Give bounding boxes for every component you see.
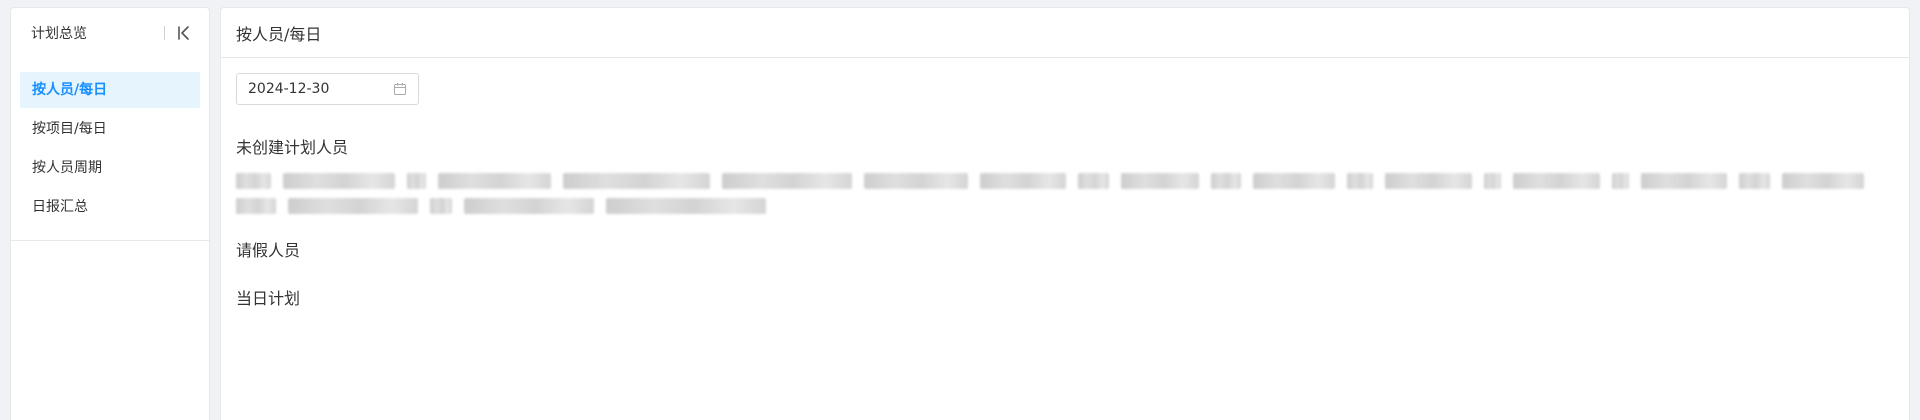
redacted-name	[1210, 173, 1241, 189]
date-picker[interactable]: 2024-12-30	[236, 73, 419, 105]
redacted-name	[1347, 173, 1374, 189]
redacted-name	[464, 198, 594, 214]
redacted-name	[236, 198, 276, 214]
sidebar-item-label: 按项目/每日	[32, 121, 107, 137]
divider	[164, 26, 165, 40]
date-value: 2024-12-30	[248, 81, 330, 97]
sidebar-item-label: 日报汇总	[32, 199, 88, 215]
main-panel: 按人员/每日 2024-12-30 未创建计划人员 请假人员 当日计划	[220, 7, 1910, 420]
page-title: 按人员/每日	[221, 8, 1909, 58]
sidebar-item-by-project-daily[interactable]: 按项目/每日	[20, 111, 200, 147]
sidebar-header: 计划总览	[11, 8, 209, 58]
redacted-person-list	[236, 172, 1876, 215]
sidebar-item-daily-report-summary[interactable]: 日报汇总	[20, 189, 200, 225]
calendar-icon	[393, 82, 407, 96]
sidebar-title: 计划总览	[31, 26, 87, 42]
sidebar-item-by-person-period[interactable]: 按人员周期	[20, 150, 200, 186]
sidebar-item-label: 按人员周期	[32, 160, 102, 176]
redacted-name	[236, 173, 271, 189]
redacted-name	[863, 173, 968, 189]
redacted-name	[288, 198, 418, 214]
redacted-name	[430, 198, 452, 214]
redacted-name	[438, 173, 551, 189]
sidebar-item-label: 按人员/每日	[32, 82, 108, 98]
redacted-name	[562, 173, 710, 189]
main-body: 2024-12-30 未创建计划人员 请假人员 当日计划	[221, 58, 1909, 309]
collapse-control	[164, 24, 193, 42]
redacted-name	[721, 173, 852, 189]
app-root: 计划总览 按人员/每日 按项目/每日 按人员周期 日报汇总 按人员/每日 202…	[0, 0, 1920, 420]
collapse-button[interactable]	[175, 24, 193, 42]
redacted-name	[1385, 173, 1472, 189]
section-title-today: 当日计划	[236, 289, 301, 308]
section-title-uncreated: 未创建计划人员	[236, 138, 349, 157]
redacted-name	[1739, 173, 1770, 189]
redacted-name	[1611, 173, 1629, 189]
redacted-row	[236, 172, 1876, 190]
redacted-name	[1781, 173, 1864, 189]
redacted-name	[407, 173, 427, 189]
redacted-name	[1252, 173, 1336, 189]
sidebar-menu: 按人员/每日 按项目/每日 按人员周期 日报汇总	[11, 58, 209, 241]
section-title-leave: 请假人员	[236, 241, 301, 260]
collapse-left-icon	[178, 26, 189, 40]
redacted-name	[1483, 173, 1501, 189]
sidebar-item-by-person-daily[interactable]: 按人员/每日	[20, 72, 200, 108]
redacted-name	[1640, 173, 1728, 189]
sidebar: 计划总览 按人员/每日 按项目/每日 按人员周期 日报汇总	[10, 7, 210, 420]
redacted-name	[606, 198, 766, 214]
redacted-row	[236, 197, 1876, 215]
redacted-name	[1078, 173, 1109, 189]
redacted-name	[1120, 173, 1199, 189]
redacted-name	[1512, 173, 1600, 189]
redacted-name	[282, 173, 396, 189]
redacted-name	[979, 173, 1067, 189]
